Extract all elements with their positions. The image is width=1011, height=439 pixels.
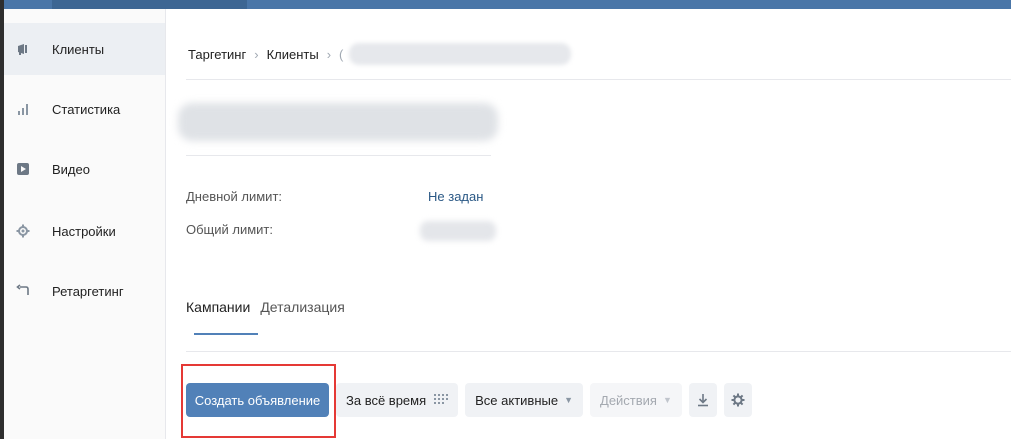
sidebar-item-retargeting[interactable]: Ретаргетинг bbox=[4, 265, 165, 317]
return-arrow-icon bbox=[16, 284, 30, 298]
breadcrumb-clients[interactable]: Клиенты bbox=[267, 47, 319, 62]
tab-label: Детализация bbox=[260, 299, 345, 315]
tabs-divider bbox=[186, 351, 1011, 352]
sidebar-item-label: Ретаргетинг bbox=[52, 283, 124, 299]
total-limit-label: Общий лимит: bbox=[186, 222, 274, 237]
sidebar-item-settings[interactable]: Настройки bbox=[4, 205, 165, 257]
create-ad-button[interactable]: Создать объявление bbox=[186, 383, 329, 417]
bar-chart-icon bbox=[16, 102, 30, 116]
tab-active-underline bbox=[194, 333, 258, 335]
gear-icon bbox=[731, 393, 745, 407]
status-filter-dropdown[interactable]: Все активные ▼ bbox=[465, 383, 584, 417]
gear-icon bbox=[16, 224, 30, 238]
period-label: За всё время bbox=[346, 392, 427, 408]
top-header-segment bbox=[52, 0, 247, 9]
client-name-redacted bbox=[178, 103, 498, 141]
period-button[interactable]: За всё время bbox=[336, 383, 459, 417]
toolbar: Создать объявление За всё время Все акти… bbox=[186, 382, 759, 418]
breadcrumb-current: ( bbox=[339, 46, 344, 62]
chevron-right-icon: › bbox=[254, 46, 259, 62]
tab-details[interactable]: Детализация bbox=[260, 299, 344, 335]
play-icon bbox=[16, 162, 30, 176]
calendar-grid-icon bbox=[434, 394, 449, 406]
sidebar-item-video[interactable]: Видео bbox=[4, 143, 165, 195]
tab-campaigns[interactable]: Кампании bbox=[186, 299, 258, 335]
sidebar: Клиенты Статистика Видео Настройки Ретар… bbox=[4, 9, 166, 439]
download-icon bbox=[697, 393, 709, 407]
breadcrumb: Таргетинг › Клиенты › ( bbox=[188, 43, 572, 65]
chevron-down-icon: ▼ bbox=[564, 395, 574, 405]
total-limit-redacted bbox=[420, 221, 496, 241]
sidebar-item-statistics[interactable]: Статистика bbox=[4, 83, 165, 135]
sidebar-item-label: Клиенты bbox=[52, 41, 105, 57]
tab-bar: Кампании Детализация bbox=[186, 299, 355, 335]
top-header-bar bbox=[0, 0, 1011, 9]
daily-limit-label: Дневной лимит: bbox=[186, 189, 283, 204]
name-divider bbox=[186, 155, 491, 156]
sidebar-item-label: Статистика bbox=[52, 101, 121, 117]
tab-label: Кампании bbox=[186, 299, 251, 315]
breadcrumb-redacted bbox=[349, 43, 572, 65]
actions-label: Действия bbox=[600, 392, 657, 408]
header-divider bbox=[186, 79, 1011, 80]
chevron-down-icon: ▼ bbox=[662, 395, 672, 405]
sidebar-item-label: Настройки bbox=[52, 223, 116, 239]
actions-dropdown[interactable]: Действия ▼ bbox=[590, 383, 682, 417]
breadcrumb-targeting[interactable]: Таргетинг bbox=[188, 47, 246, 62]
settings-button[interactable] bbox=[723, 383, 752, 417]
sidebar-item-clients[interactable]: Клиенты bbox=[4, 23, 165, 75]
sidebar-item-label: Видео bbox=[52, 161, 90, 177]
status-filter-label: Все активные bbox=[475, 392, 559, 408]
chevron-right-icon: › bbox=[326, 46, 332, 62]
download-button[interactable] bbox=[688, 383, 717, 417]
megaphone-icon bbox=[16, 42, 30, 56]
daily-limit-value[interactable]: Не задан bbox=[428, 189, 483, 204]
main-content: Таргетинг › Клиенты › ( Дневной лимит: Н… bbox=[166, 9, 1011, 439]
